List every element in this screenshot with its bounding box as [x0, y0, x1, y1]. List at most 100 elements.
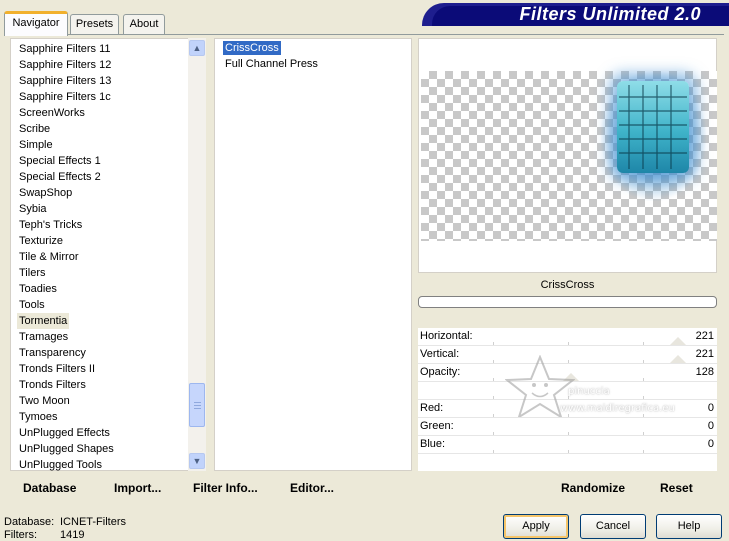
category-item[interactable]: Toadies: [17, 281, 59, 297]
reset-button[interactable]: Reset: [660, 481, 693, 495]
grip-line: [194, 402, 201, 403]
category-item[interactable]: Tools: [17, 297, 47, 313]
import-button[interactable]: Import...: [114, 481, 161, 495]
category-item[interactable]: Special Effects 1: [17, 153, 103, 169]
parameter-slider[interactable]: Green: 0: [418, 418, 717, 436]
filters-count-value: 1419: [60, 529, 85, 541]
scroll-up-button[interactable]: ▲: [189, 40, 205, 56]
parameter-label: Blue:: [420, 438, 446, 450]
tab-navigator[interactable]: Navigator: [4, 11, 68, 36]
selected-filter-name: CrissCross: [418, 273, 717, 297]
preview-panel: [418, 38, 717, 273]
category-item[interactable]: Sapphire Filters 1c: [17, 89, 113, 105]
database-status-label: Database:: [4, 516, 55, 528]
category-item[interactable]: Tymoes: [17, 409, 60, 425]
slider-tick: [643, 360, 644, 363]
parameter-value: 221: [695, 330, 714, 342]
slider-tick: [493, 432, 494, 435]
parameter-value: 0: [707, 402, 714, 414]
slider-tick: [493, 396, 494, 399]
filter-info-button[interactable]: Filter Info...: [193, 481, 258, 495]
category-item[interactable]: Two Moon: [17, 393, 72, 409]
parameter-value: 0: [707, 438, 714, 450]
slider-knob[interactable]: [670, 337, 686, 345]
category-item[interactable]: UnPlugged Shapes: [17, 441, 116, 457]
category-item[interactable]: Sybia: [17, 201, 49, 217]
slider-tick: [643, 450, 644, 453]
watermark: pinuccia www.maidiregrafica.eu: [504, 354, 675, 420]
parameter-slider[interactable]: Horizontal: 221: [418, 328, 717, 346]
slider-tick: [643, 432, 644, 435]
crisscross-grid: [619, 85, 687, 169]
category-item[interactable]: Tile & Mirror: [17, 249, 80, 265]
slider-knob[interactable]: [670, 355, 686, 363]
apply-button[interactable]: Apply: [503, 514, 569, 539]
slider-tick: [493, 360, 494, 363]
slider-tick: [643, 396, 644, 399]
slider-tick: [568, 450, 569, 453]
slider-tick: [493, 414, 494, 417]
parameter-label: Horizontal:: [420, 330, 473, 342]
tab-divider: [4, 34, 724, 35]
slider-tick: [643, 414, 644, 417]
category-item[interactable]: Tramages: [17, 329, 70, 345]
category-item[interactable]: Texturize: [17, 233, 65, 249]
parameter-label: Green:: [420, 420, 454, 432]
category-item[interactable]: Sapphire Filters 12: [17, 57, 113, 73]
category-item[interactable]: UnPlugged Tools: [17, 457, 104, 473]
parameter-value: 221: [695, 348, 714, 360]
category-item[interactable]: Sapphire Filters 13: [17, 73, 113, 89]
category-item[interactable]: Special Effects 2: [17, 169, 103, 185]
database-status-value: ICNET-Filters: [60, 516, 126, 528]
category-item[interactable]: ScreenWorks: [17, 105, 87, 121]
watermark-name: pinuccia: [568, 386, 610, 397]
parameter-slider[interactable]: Blue: 0: [418, 436, 717, 454]
slider-tick: [643, 378, 644, 381]
category-item[interactable]: Scribe: [17, 121, 52, 137]
category-item[interactable]: SwapShop: [17, 185, 74, 201]
category-item[interactable]: Sapphire Filters 11: [17, 41, 113, 57]
tab-presets[interactable]: Presets: [70, 14, 119, 34]
preview-canvas: [421, 71, 717, 241]
slider-tick: [493, 450, 494, 453]
parameter-value: 128: [695, 366, 714, 378]
progress-bar: [418, 296, 717, 308]
app-banner: Filters Unlimited 2.0: [422, 3, 729, 26]
cancel-button[interactable]: Cancel: [580, 514, 646, 539]
slider-tick: [493, 342, 494, 345]
parameter-label: Opacity:: [420, 366, 461, 378]
filter-item[interactable]: CrissCross: [223, 41, 281, 55]
help-button[interactable]: Help: [656, 514, 722, 539]
category-item[interactable]: Tormentia: [17, 313, 70, 329]
scroll-thumb[interactable]: [189, 383, 205, 427]
database-button[interactable]: Database: [23, 481, 76, 495]
slider-tick: [568, 342, 569, 345]
editor-button[interactable]: Editor...: [290, 481, 334, 495]
category-item[interactable]: Tilers: [17, 265, 47, 281]
category-item[interactable]: Tronds Filters II: [17, 361, 97, 377]
category-item[interactable]: Simple: [17, 137, 55, 153]
filter-list[interactable]: CrissCross Full Channel Press: [214, 38, 412, 471]
randomize-button[interactable]: Randomize: [561, 481, 625, 495]
category-item[interactable]: Teph's Tricks: [17, 217, 84, 233]
watermark-url: www.maidiregrafica.eu: [560, 403, 675, 414]
parameter-label: Red:: [420, 402, 444, 414]
filter-item[interactable]: Full Channel Press: [223, 57, 320, 71]
preview-crisscross-image: [617, 81, 689, 173]
category-scrollbar[interactable]: ▲ ▼: [188, 38, 206, 471]
slider-tick: [493, 378, 494, 381]
grip-line: [194, 408, 201, 409]
app-title: Filters Unlimited 2.0: [519, 4, 701, 24]
scroll-down-button[interactable]: ▼: [189, 453, 205, 469]
slider-tick: [568, 432, 569, 435]
category-list[interactable]: Sapphire Filters 11 Sapphire Filters 12 Sa…: [10, 38, 206, 471]
category-item[interactable]: Transparency: [17, 345, 88, 361]
slider-tick: [643, 342, 644, 345]
tab-about[interactable]: About: [123, 14, 165, 34]
parameter-label: Vertical:: [420, 348, 460, 360]
filters-count-label: Filters:: [4, 529, 37, 541]
slider-track: [418, 453, 717, 454]
category-item[interactable]: UnPlugged Effects: [17, 425, 112, 441]
category-item[interactable]: Tronds Filters: [17, 377, 88, 393]
grip-line: [194, 405, 201, 406]
